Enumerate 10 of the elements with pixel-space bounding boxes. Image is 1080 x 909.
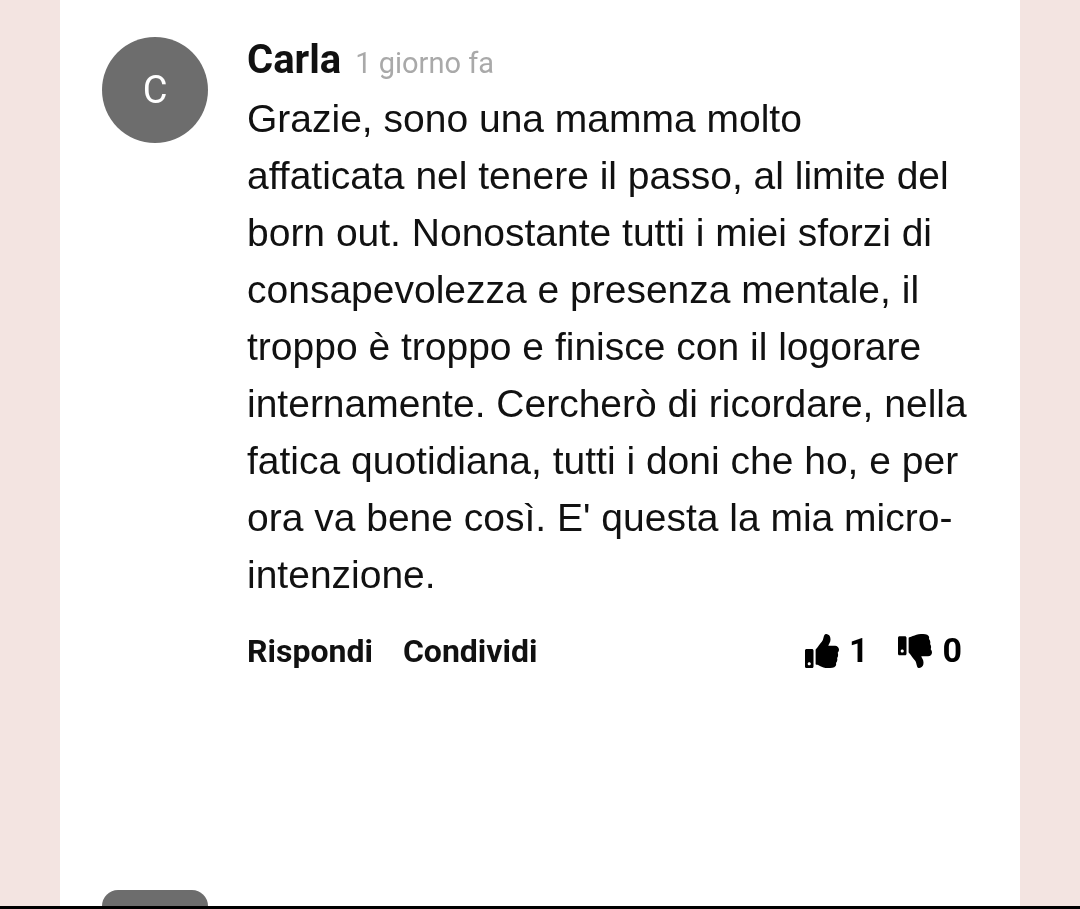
action-link[interactable]: Condividi [402, 626, 538, 675]
action-link[interactable]: Rispondi [247, 626, 373, 675]
dislike-count: 0 [942, 629, 962, 672]
comment-text: Grazie, sono una mamma molto affaticata nel tenere il passo, al limite del born out. Nonostante tutti i miei sforzi di consapevolezza e presenza mentale, il troppo è troppo e finisce con il logorare internamente. Cercherò di ricordare, nella fatica quotidiana, tutti i doni che ho, e per ora va bene così. E' questa la mia micro-intenzione. [247, 96, 967, 598]
thumbs-up-icon[interactable] [804, 633, 839, 668]
like-count: 1 [848, 629, 869, 672]
comment-time: 1 giorno fa [355, 45, 495, 82]
author-name: Carla [247, 35, 342, 85]
avatar: C [102, 37, 208, 143]
thumbs-down-icon[interactable] [898, 633, 933, 668]
